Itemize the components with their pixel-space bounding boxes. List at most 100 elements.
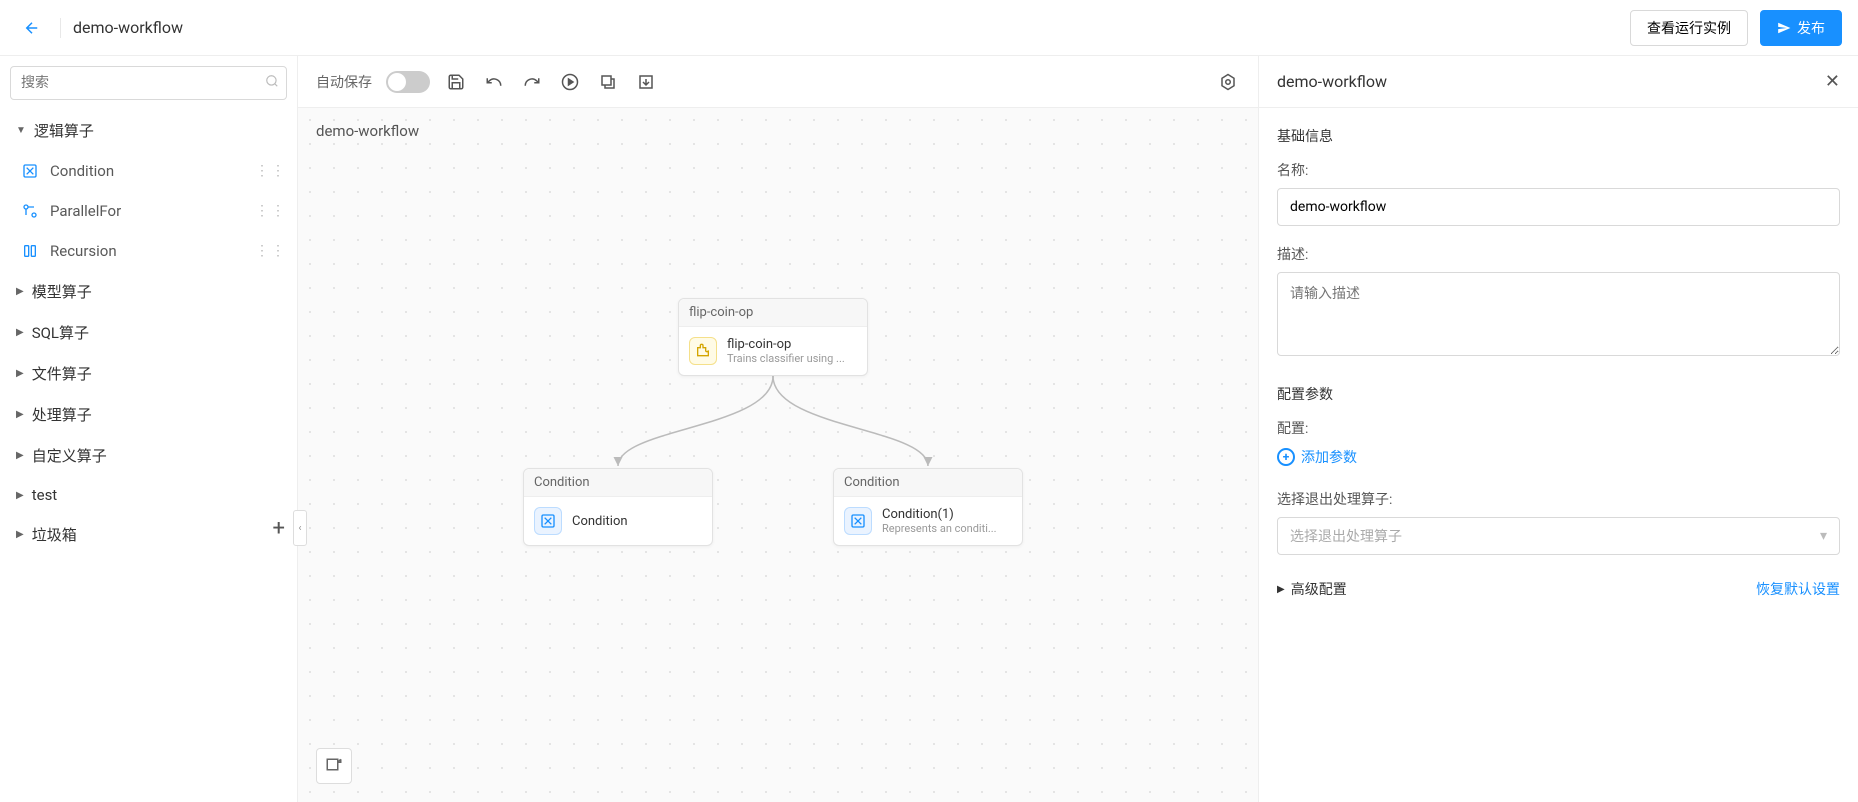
drag-handle-icon[interactable]: ⋮⋮ xyxy=(255,243,287,259)
config-label: 配置: xyxy=(1277,418,1840,438)
add-param-button[interactable]: + 添加参数 xyxy=(1277,447,1357,467)
desc-label: 描述: xyxy=(1277,244,1840,264)
canvas-title: demo-workflow xyxy=(316,122,419,140)
desc-textarea[interactable] xyxy=(1277,272,1840,356)
drag-handle-icon[interactable]: ⋮⋮ xyxy=(255,203,287,219)
group-label: 处理算子 xyxy=(32,404,92,425)
tree-group-custom[interactable]: ▶ 自定义算子 xyxy=(0,435,297,476)
group-label: 文件算子 xyxy=(32,363,92,384)
node-condition-1[interactable]: Condition Condition xyxy=(523,468,713,546)
group-label: SQL算子 xyxy=(32,322,89,343)
edge-layer xyxy=(298,108,1258,802)
properties-panel: demo-workflow ✕ 基础信息 名称: 描述: 配置参数 配置: + … xyxy=(1258,56,1858,802)
autosave-label: 自动保存 xyxy=(316,72,372,92)
node-header: flip-coin-op xyxy=(679,299,867,327)
section-config: 配置参数 xyxy=(1277,384,1840,404)
select-placeholder: 选择退出处理算子 xyxy=(1290,526,1402,546)
advanced-config-toggle[interactable]: ▶ 高级配置 xyxy=(1277,579,1347,599)
search-input[interactable] xyxy=(10,66,287,100)
group-label: 自定义算子 xyxy=(32,445,107,466)
undo-icon[interactable] xyxy=(482,70,506,94)
section-basic-info: 基础信息 xyxy=(1277,126,1840,146)
node-title: Condition(1) xyxy=(882,507,1012,522)
export-icon[interactable] xyxy=(596,70,620,94)
tree-group-logic[interactable]: ▼ 逻辑算子 xyxy=(0,110,297,151)
caret-right-icon: ▶ xyxy=(16,409,24,420)
name-label: 名称: xyxy=(1277,160,1840,180)
tree-item-parallelfor[interactable]: ParallelFor ⋮⋮ xyxy=(0,191,297,231)
panel-title: demo-workflow xyxy=(1277,72,1825,91)
restore-defaults-link[interactable]: 恢复默认设置 xyxy=(1756,579,1840,599)
caret-right-icon: ▶ xyxy=(16,490,24,501)
close-icon[interactable]: ✕ xyxy=(1825,71,1840,92)
settings-icon[interactable] xyxy=(1216,70,1240,94)
tree-group-model[interactable]: ▶ 模型算子 xyxy=(0,271,297,312)
caret-down-icon: ▼ xyxy=(16,125,26,136)
operator-tree: ▼ 逻辑算子 Condition ⋮⋮ ParallelFor ⋮⋮ xyxy=(0,110,297,802)
tree-item-label: Condition xyxy=(50,162,114,180)
advanced-label: 高级配置 xyxy=(1291,579,1347,599)
divider xyxy=(60,18,61,38)
plus-circle-icon: + xyxy=(1277,448,1295,466)
group-label: 垃圾箱 xyxy=(32,524,77,545)
import-icon[interactable] xyxy=(634,70,658,94)
puzzle-icon xyxy=(689,337,717,365)
caret-right-icon: ▶ xyxy=(16,286,24,297)
caret-right-icon: ▶ xyxy=(16,450,24,461)
canvas-area: 自动保存 demo-workflow flip-coin-op xyxy=(298,56,1258,802)
sidebar: ▼ 逻辑算子 Condition ⋮⋮ ParallelFor ⋮⋮ xyxy=(0,56,298,802)
page-title: demo-workflow xyxy=(73,18,183,37)
condition-icon xyxy=(844,507,872,535)
exit-handler-select[interactable]: 选择退出处理算子 ▾ xyxy=(1277,517,1840,555)
publish-button[interactable]: 发布 xyxy=(1760,10,1842,46)
add-operator-button[interactable]: + xyxy=(273,516,285,541)
node-header: Condition xyxy=(524,469,712,497)
chevron-down-icon: ▾ xyxy=(1820,528,1827,544)
name-input[interactable] xyxy=(1277,188,1840,226)
publish-label: 发布 xyxy=(1797,18,1825,38)
group-label: 模型算子 xyxy=(32,281,92,302)
top-bar: demo-workflow 查看运行实例 发布 xyxy=(0,0,1858,56)
tree-item-condition[interactable]: Condition ⋮⋮ xyxy=(0,151,297,191)
autosave-toggle[interactable] xyxy=(386,71,430,93)
tree-group-trash[interactable]: ▶ 垃圾箱 xyxy=(0,514,297,555)
caret-right-icon: ▶ xyxy=(16,327,24,338)
caret-right-icon: ▶ xyxy=(1277,584,1285,595)
sidebar-collapse-handle[interactable]: ‹ xyxy=(293,510,307,546)
tree-item-label: Recursion xyxy=(50,242,117,260)
send-icon xyxy=(1777,21,1791,35)
add-param-label: 添加参数 xyxy=(1301,447,1357,467)
workflow-canvas[interactable]: demo-workflow flip-coin-op flip-coin-op … xyxy=(298,108,1258,802)
back-button[interactable] xyxy=(16,12,48,44)
canvas-toolbar: 自动保存 xyxy=(298,56,1258,108)
view-instances-button[interactable]: 查看运行实例 xyxy=(1630,10,1748,46)
node-subtitle: Trains classifier using ... xyxy=(727,352,857,365)
redo-icon[interactable] xyxy=(520,70,544,94)
caret-right-icon: ▶ xyxy=(16,368,24,379)
condition-icon xyxy=(534,507,562,535)
tree-group-file[interactable]: ▶ 文件算子 xyxy=(0,353,297,394)
exit-handler-label: 选择退出处理算子: xyxy=(1277,489,1840,509)
search-icon xyxy=(265,74,279,92)
node-subtitle: Represents an conditi... xyxy=(882,522,1012,535)
caret-right-icon: ▶ xyxy=(16,529,24,540)
group-label: 逻辑算子 xyxy=(34,120,94,141)
tree-group-process[interactable]: ▶ 处理算子 xyxy=(0,394,297,435)
group-label: test xyxy=(32,486,58,504)
condition-icon xyxy=(20,161,40,181)
node-header: Condition xyxy=(834,469,1022,497)
fit-view-button[interactable] xyxy=(316,748,352,784)
save-icon[interactable] xyxy=(444,70,468,94)
tree-item-label: ParallelFor xyxy=(50,202,121,220)
tree-item-recursion[interactable]: Recursion ⋮⋮ xyxy=(0,231,297,271)
recursion-icon xyxy=(20,241,40,261)
tree-group-sql[interactable]: ▶ SQL算子 xyxy=(0,312,297,353)
node-condition-2[interactable]: Condition Condition(1) Represents an con… xyxy=(833,468,1023,546)
run-icon[interactable] xyxy=(558,70,582,94)
tree-group-test[interactable]: ▶ test xyxy=(0,476,297,514)
node-title: flip-coin-op xyxy=(727,337,857,352)
node-flip-coin-op[interactable]: flip-coin-op flip-coin-op Trains classif… xyxy=(678,298,868,376)
parallel-icon xyxy=(20,201,40,221)
node-title: Condition xyxy=(572,514,702,529)
drag-handle-icon[interactable]: ⋮⋮ xyxy=(255,163,287,179)
